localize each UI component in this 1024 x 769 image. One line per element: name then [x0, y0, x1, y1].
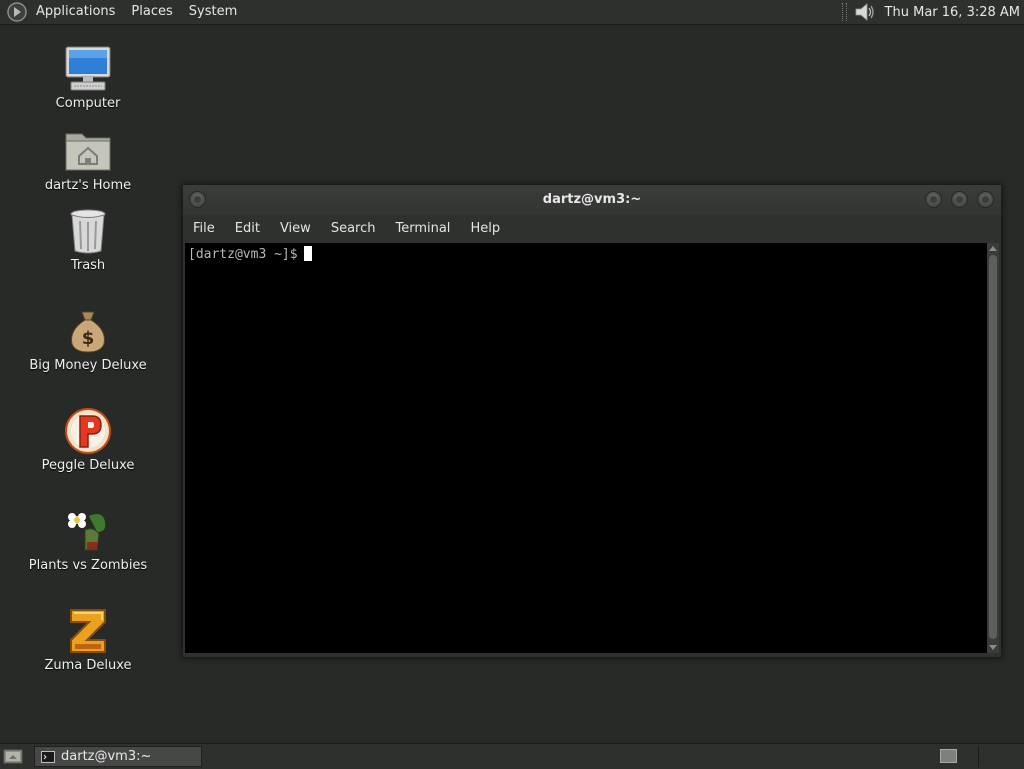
menu-system[interactable]: System: [181, 0, 245, 24]
desktop-icon-big-money[interactable]: $ Big Money Deluxe: [28, 306, 148, 374]
menu-applications[interactable]: Applications: [28, 0, 123, 24]
money-bag-icon: $: [71, 311, 105, 353]
home-folder-icon: [65, 133, 111, 171]
window-title: dartz@vm3:~: [542, 192, 642, 207]
minimize-button[interactable]: [925, 191, 942, 208]
panel-separator: [978, 746, 979, 767]
desktop-icon-label: Computer: [55, 96, 121, 111]
menu-terminal[interactable]: Terminal: [385, 215, 460, 243]
shell-prompt: [dartz@vm3 ~]$: [188, 247, 298, 262]
svg-text:$: $: [82, 328, 95, 349]
desktop-icon-label: Peggle Deluxe: [41, 458, 135, 473]
terminal-menubar: File Edit View Search Terminal Help: [183, 215, 1001, 243]
bottom-panel: dartz@vm3:~: [0, 743, 1024, 769]
desktop-icon-computer[interactable]: Computer: [28, 44, 148, 112]
menu-file[interactable]: File: [183, 215, 225, 243]
desktop-icon-label: dartz's Home: [44, 178, 132, 193]
speaker-icon[interactable]: [853, 1, 877, 23]
menu-places[interactable]: Places: [123, 0, 180, 24]
close-button[interactable]: [977, 191, 994, 208]
desktop-icon-pvz[interactable]: Plants vs Zombies: [28, 506, 148, 574]
terminal-window[interactable]: dartz@vm3:~ File Edit View Search Termin…: [182, 184, 1002, 658]
top-panel: Applications Places System Thu Mar 16, 3…: [0, 0, 1024, 25]
panel-grip[interactable]: [841, 3, 847, 21]
desktop-icon-label: Plants vs Zombies: [28, 558, 148, 573]
prompt-line: [dartz@vm3 ~]$: [188, 246, 312, 262]
panel-right: Thu Mar 16, 3:28 AM: [836, 0, 1024, 24]
menu-edit[interactable]: Edit: [225, 215, 270, 243]
scroll-down-arrow-icon[interactable]: [989, 645, 997, 650]
menu-view[interactable]: View: [270, 215, 321, 243]
desktop-icon-trash[interactable]: Trash: [28, 206, 148, 274]
panel-clock[interactable]: Thu Mar 16, 3:28 AM: [877, 5, 1024, 20]
peggle-icon: [65, 408, 111, 454]
taskbar-terminal-button[interactable]: dartz@vm3:~: [34, 746, 202, 767]
scrollbar-thumb[interactable]: [989, 255, 997, 639]
workspace-switcher[interactable]: [940, 749, 957, 763]
scroll-up-arrow-icon[interactable]: [989, 246, 997, 251]
computer-icon: [65, 46, 111, 91]
terminal-output[interactable]: [dartz@vm3 ~]$: [185, 243, 987, 653]
vertical-scrollbar[interactable]: [987, 243, 999, 653]
desktop-icon-label: Big Money Deluxe: [29, 358, 147, 373]
desktop-icon-home[interactable]: dartz's Home: [28, 126, 148, 194]
desktop-icon-peggle[interactable]: Peggle Deluxe: [28, 406, 148, 474]
maximize-button[interactable]: [951, 191, 968, 208]
zuma-icon: [70, 609, 106, 653]
desktop-icon-label: Trash: [70, 258, 106, 273]
taskbar-label: dartz@vm3:~: [61, 749, 152, 764]
terminal-icon: [41, 750, 55, 763]
desktop-icon-label: Zuma Deluxe: [44, 658, 132, 673]
plants-vs-zombies-icon: [68, 513, 106, 551]
desktop-icon-zuma[interactable]: Zuma Deluxe: [28, 606, 148, 674]
text-cursor: [303, 246, 312, 261]
show-desktop-icon[interactable]: [3, 748, 23, 765]
menu-search[interactable]: Search: [321, 215, 386, 243]
gnome-foot-icon[interactable]: [6, 1, 28, 23]
window-titlebar[interactable]: dartz@vm3:~: [183, 185, 1001, 215]
trash-icon: [70, 209, 106, 254]
menu-help[interactable]: Help: [460, 215, 510, 243]
